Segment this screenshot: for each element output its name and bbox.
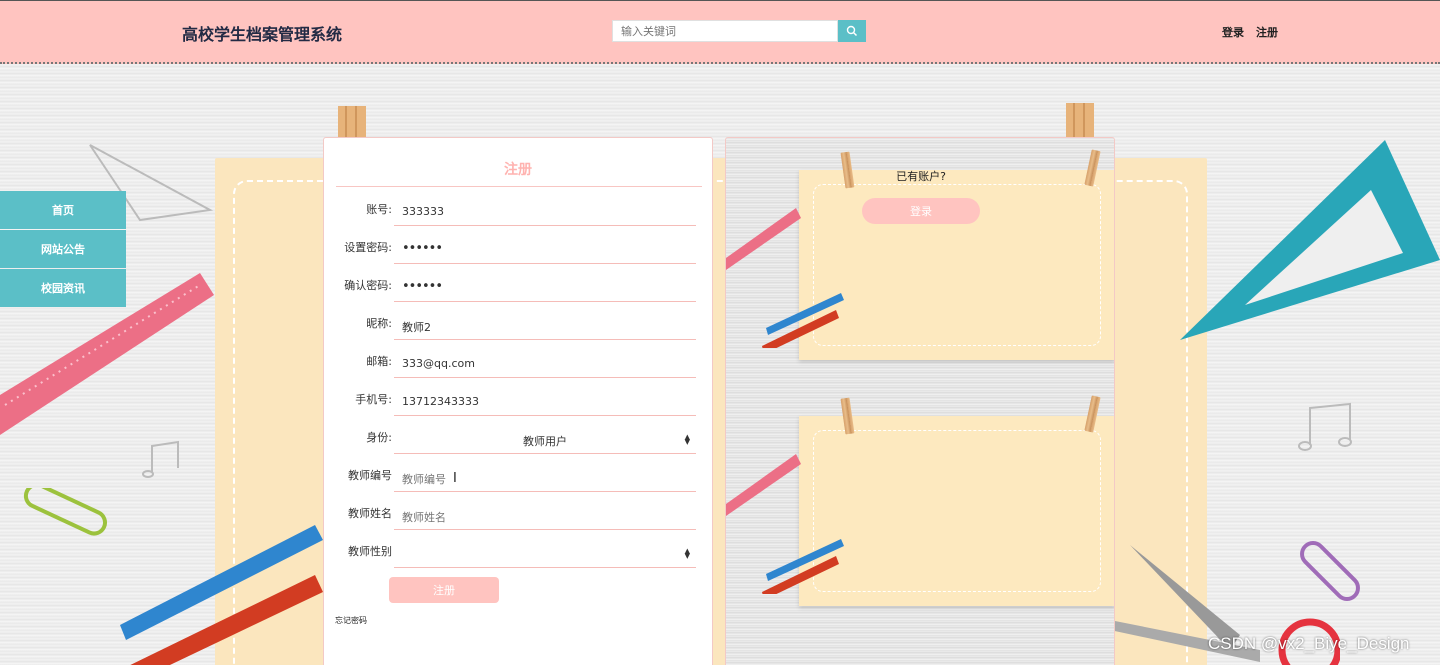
email-input[interactable]: 333@qq.com <box>394 353 696 378</box>
form-row-teacher-id: 教师编号 <box>324 467 714 505</box>
confirm-password-input[interactable]: •••••• <box>394 277 696 302</box>
pencils-decoration <box>726 454 844 594</box>
top-header: 高校学生档案管理系统 登录 注册 <box>0 0 1440 64</box>
search-input[interactable] <box>612 20 838 42</box>
nav-item-campus-news[interactable]: 校园资讯 <box>0 269 126 307</box>
search-button[interactable] <box>838 20 866 42</box>
login-button[interactable]: 登录 <box>862 198 980 224</box>
confirm-password-label: 确认密码: <box>344 279 392 292</box>
teacher-name-input[interactable] <box>394 505 696 530</box>
register-submit-button[interactable]: 注册 <box>389 577 499 603</box>
triangle-ruler-decoration <box>1180 140 1440 340</box>
decorative-card <box>799 416 1114 606</box>
form-row-teacher-name: 教师姓名 <box>324 505 714 543</box>
role-label: 身份: <box>366 431 392 444</box>
teacher-id-label: 教师编号 <box>348 469 392 482</box>
nickname-input[interactable]: 教师2 <box>394 315 696 340</box>
email-label: 邮箱: <box>366 355 392 368</box>
form-row-password: 设置密码: •••••• <box>324 239 714 277</box>
forgot-password-link[interactable]: 忘记密码 <box>335 615 367 626</box>
role-select[interactable]: 教师用户 ▲ ▼ <box>394 429 696 454</box>
login-link[interactable]: 登录 <box>1222 24 1244 40</box>
form-row-teacher-gender: 教师性别 ▲ ▼ <box>324 543 714 581</box>
password-label: 设置密码: <box>344 241 392 254</box>
clothespin-decoration <box>338 106 366 138</box>
chevron-updown-icon: ▲ ▼ <box>684 547 690 560</box>
form-row-email: 邮箱: 333@qq.com <box>324 353 714 391</box>
have-account-text: 已有账户? <box>896 170 946 183</box>
register-panel: 注册 账号: 333333 设置密码: •••••• 确认密码: •••••• … <box>323 137 713 665</box>
teacher-name-label: 教师姓名 <box>348 507 392 520</box>
music-note-decoration <box>1298 402 1352 451</box>
phone-label: 手机号: <box>355 393 392 406</box>
teacher-id-input[interactable] <box>394 467 696 492</box>
login-prompt-panel: 已有账户? 登录 <box>725 137 1115 665</box>
form-row-nickname: 昵称: 教师2 <box>324 315 714 353</box>
title-divider <box>336 186 702 187</box>
password-input[interactable]: •••••• <box>394 239 696 264</box>
watermark-text: CSDN @vx2_Biye_Design <box>1208 634 1410 653</box>
chevron-updown-icon: ▲ ▼ <box>684 433 690 446</box>
side-navigation: 首页 网站公告 校园资讯 <box>0 191 126 308</box>
role-select-value: 教师用户 <box>523 435 567 448</box>
nickname-label: 昵称: <box>366 317 392 330</box>
music-note-decoration <box>142 440 179 478</box>
nav-item-announcements[interactable]: 网站公告 <box>0 230 126 268</box>
register-title: 注册 <box>504 162 532 178</box>
clothespin-decoration <box>1066 103 1094 138</box>
account-input[interactable]: 333333 <box>394 201 696 226</box>
pencils-decoration <box>120 525 323 665</box>
paperclip-decoration <box>23 488 108 536</box>
text-cursor-icon: I <box>453 471 457 486</box>
nav-item-home[interactable]: 首页 <box>0 191 126 229</box>
form-row-confirm-password: 确认密码: •••••• <box>324 277 714 315</box>
auth-links: 登录 注册 <box>1222 24 1278 40</box>
teacher-gender-label: 教师性别 <box>348 545 392 558</box>
phone-input[interactable]: 13712343333 <box>394 391 696 416</box>
card-dashed-border <box>813 430 1101 592</box>
form-row-phone: 手机号: 13712343333 <box>324 391 714 429</box>
teacher-gender-select[interactable]: ▲ ▼ <box>394 543 696 568</box>
search-icon <box>846 25 858 37</box>
form-row-role: 身份: 教师用户 ▲ ▼ <box>324 429 714 467</box>
register-link[interactable]: 注册 <box>1256 24 1278 40</box>
form-row-account-field: 333333 <box>324 201 714 239</box>
pencils-decoration <box>726 208 844 348</box>
site-title: 高校学生档案管理系统 <box>182 25 343 44</box>
